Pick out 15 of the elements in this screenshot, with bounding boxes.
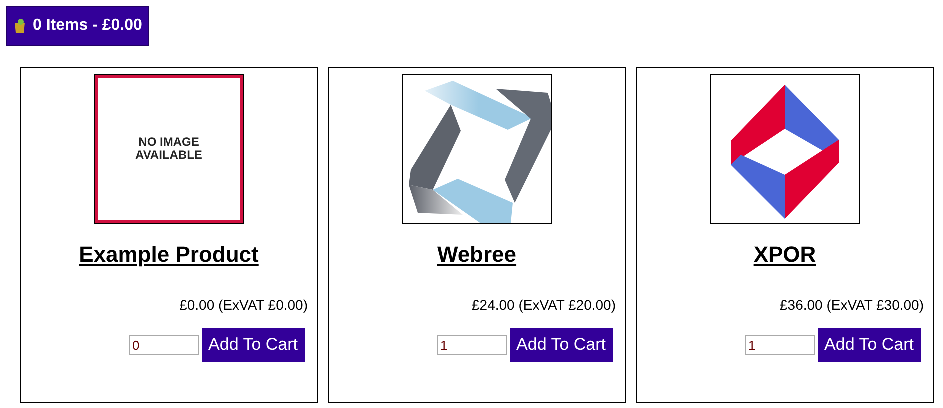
no-image-text: NO IMAGE AVAILABLE bbox=[136, 136, 202, 162]
add-to-cart-button[interactable]: Add To Cart bbox=[510, 328, 613, 362]
product-price: £0.00 (ExVAT £0.00) bbox=[178, 297, 309, 313]
product-price: £36.00 (ExVAT £30.00) bbox=[779, 297, 925, 313]
add-to-cart-button[interactable]: Add To Cart bbox=[818, 328, 921, 362]
quantity-field[interactable]: 1 bbox=[436, 335, 507, 355]
basket-icon bbox=[13, 18, 27, 34]
product-title-link[interactable]: Webree bbox=[437, 242, 517, 268]
product-price: £24.00 (ExVAT £20.00) bbox=[471, 297, 617, 313]
quantity-field[interactable]: 1 bbox=[744, 335, 815, 355]
quantity-field[interactable]: 0 bbox=[128, 335, 199, 355]
product-title-link[interactable]: XPOR bbox=[754, 242, 816, 268]
add-to-cart-button[interactable]: Add To Cart bbox=[202, 328, 305, 362]
product-title-link[interactable]: Example Product bbox=[79, 242, 259, 268]
cart-button[interactable]: 0 Items - £0.00 bbox=[6, 6, 150, 46]
